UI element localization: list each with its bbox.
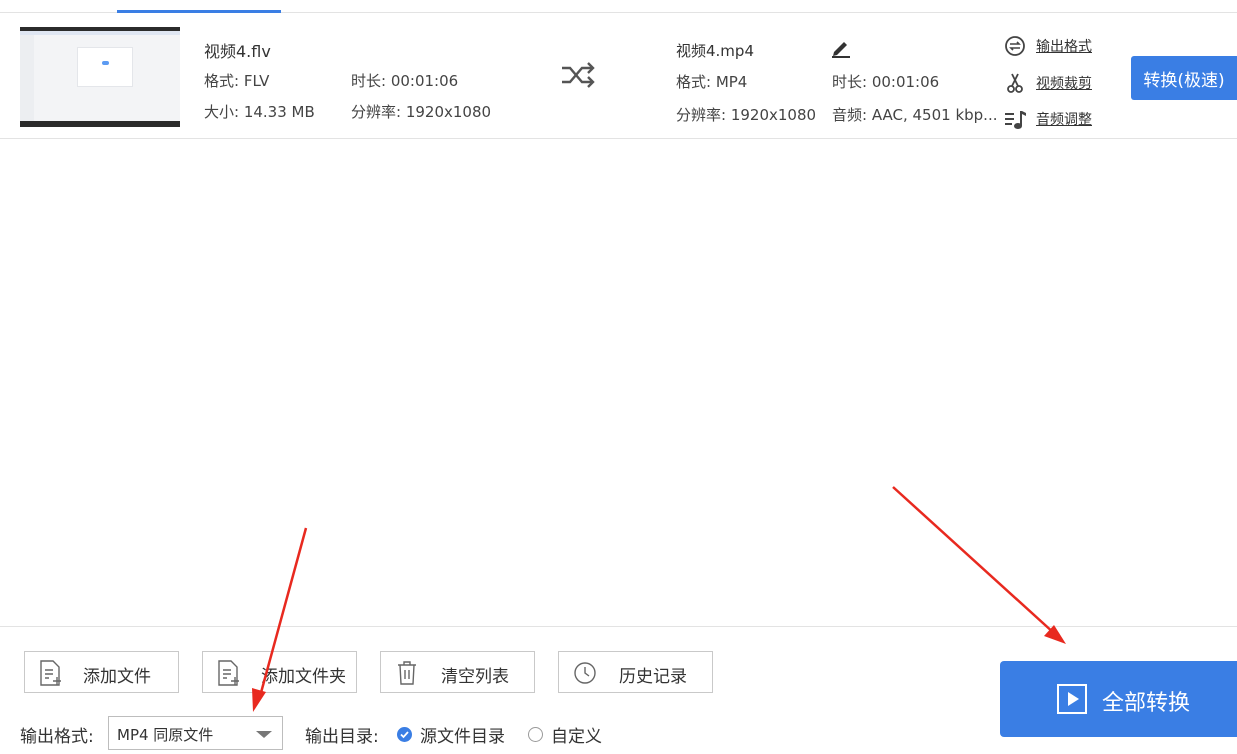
clock-icon <box>574 662 596 684</box>
source-format: 格式: FLV <box>204 72 270 90</box>
convert-all-label: 全部转换 <box>1102 691 1191 716</box>
add-folder-icon <box>218 660 239 686</box>
output-dir-label: 输出目录: <box>305 727 379 747</box>
thumbnail-topbar <box>20 31 180 35</box>
audio-adjust-link[interactable]: 音频调整 <box>1036 109 1092 129</box>
thumbnail-sidebar <box>20 35 34 121</box>
chevron-down-icon <box>256 731 272 738</box>
target-file-name: 视频4.mp4 <box>676 42 754 60</box>
music-note-icon <box>1005 111 1026 129</box>
video-crop-link[interactable]: 视频裁剪 <box>1036 73 1092 93</box>
play-icon <box>1057 684 1087 714</box>
add-file-label: 添加文件 <box>83 667 151 687</box>
add-file-icon <box>40 660 61 686</box>
add-folder-button[interactable]: 添加文件夹 <box>202 651 357 693</box>
file-list-row[interactable]: 视频4.flv 格式: FLV 大小: 14.33 MB 时长: 00:01:0… <box>0 14 1237 139</box>
add-file-button[interactable]: 添加文件 <box>24 651 179 693</box>
target-audio: 音频: AAC, 4501 kbp... <box>832 106 998 124</box>
video-crop-action[interactable]: 视频裁剪 <box>1004 71 1092 95</box>
output-format-value: MP4 同原文件 <box>117 726 214 744</box>
video-thumbnail[interactable] <box>20 27 180 127</box>
bottom-divider <box>0 626 1237 627</box>
target-format: 格式: MP4 <box>676 73 748 91</box>
history-button[interactable]: 历史记录 <box>558 651 713 693</box>
scissors-icon <box>1007 73 1023 93</box>
thumbnail-card <box>77 47 133 87</box>
convert-all-button[interactable]: 全部转换 <box>1000 661 1237 737</box>
target-resolution: 分辨率: 1920x1080 <box>676 106 817 124</box>
active-tab-indicator <box>117 10 281 13</box>
radio-custom-dir[interactable] <box>528 727 543 742</box>
format-icon <box>1005 36 1025 56</box>
thumbnail-screen <box>20 31 180 121</box>
shuffle-icon <box>562 62 595 88</box>
clear-list-button[interactable]: 清空列表 <box>380 651 535 693</box>
source-resolution: 分辨率: 1920x1080 <box>351 103 492 121</box>
check-icon <box>400 731 409 739</box>
thumbnail-cloud-icon <box>102 61 109 65</box>
output-format-link[interactable]: 输出格式 <box>1036 36 1092 56</box>
annotation-arrow-convert <box>892 486 1066 644</box>
radio-source-dir[interactable] <box>397 727 412 742</box>
audio-adjust-action[interactable]: 音频调整 <box>1004 107 1092 131</box>
source-file-name: 视频4.flv <box>204 42 271 61</box>
radio-custom-dir-label[interactable]: 自定义 <box>551 722 602 747</box>
output-format-select[interactable]: MP4 同原文件 <box>108 716 283 750</box>
target-duration: 时长: 00:01:06 <box>832 73 940 91</box>
radio-source-dir-label[interactable]: 源文件目录 <box>420 722 505 747</box>
history-label: 历史记录 <box>619 667 687 687</box>
add-folder-label: 添加文件夹 <box>261 667 346 687</box>
output-format-label: 输出格式: <box>20 727 94 747</box>
output-format-action[interactable]: 输出格式 <box>1004 34 1092 58</box>
source-size: 大小: 14.33 MB <box>204 103 315 121</box>
source-duration: 时长: 00:01:06 <box>351 72 459 90</box>
convert-fast-button[interactable]: 转换(极速) <box>1131 56 1237 100</box>
pencil-icon[interactable] <box>830 36 852 58</box>
trash-icon <box>398 661 416 685</box>
clear-list-label: 清空列表 <box>441 667 509 687</box>
